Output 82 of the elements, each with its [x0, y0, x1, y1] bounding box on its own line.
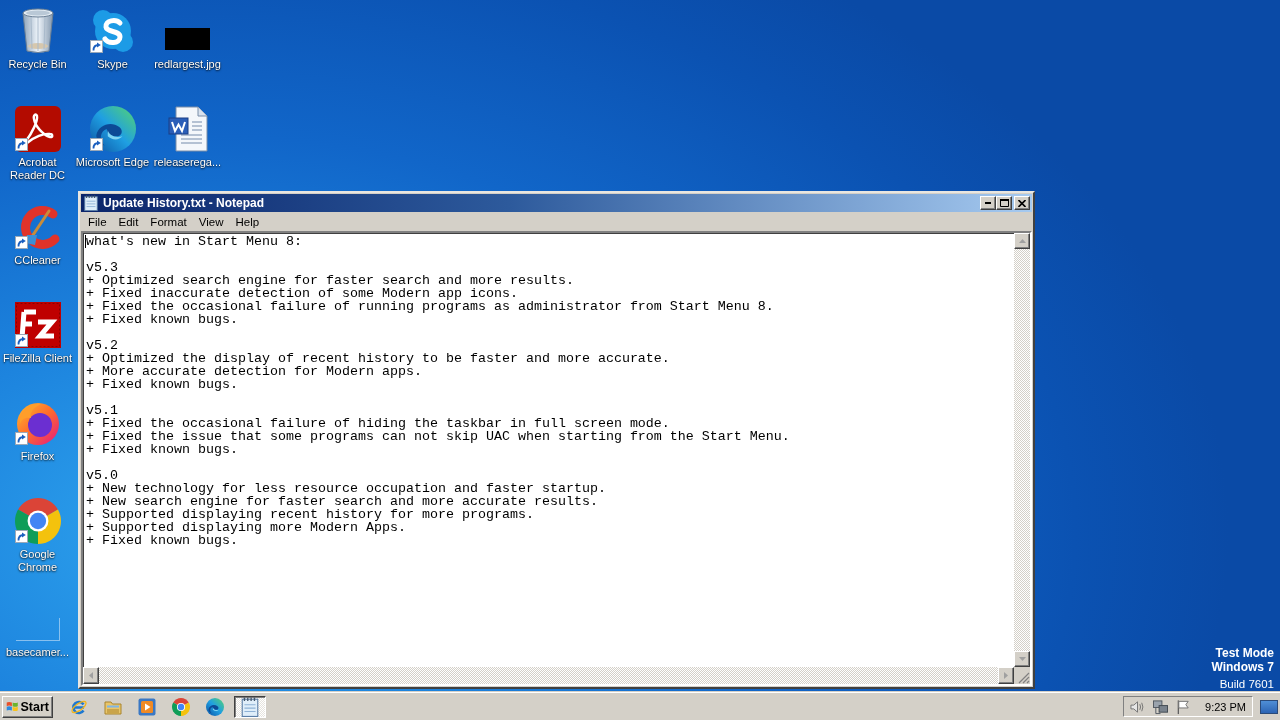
text-line: + Fixed the issue that some programs can not skip UAC when starting from the Start Menu.	[86, 430, 790, 443]
media-player-icon	[138, 697, 156, 716]
text-line: + Fixed the occasional failure of hiding the taskbar in full screen mode.	[86, 417, 670, 430]
app-icon	[14, 400, 61, 446]
start-button[interactable]: Start	[2, 695, 53, 718]
text-line: + Supported displaying recent history for more programs.	[86, 508, 534, 521]
image-thumbnail	[15, 617, 60, 641]
app-icon	[14, 302, 61, 348]
text-line: + New technology for less resource occupation and faster startup.	[86, 482, 606, 495]
vertical-scrollbar[interactable]	[1014, 233, 1030, 667]
app-icon	[14, 106, 61, 152]
image-thumbnail	[165, 28, 210, 50]
clock[interactable]: 9:23 PM	[1205, 700, 1246, 713]
logo-flag-icon	[6, 699, 19, 714]
text-line: + Fixed known bugs.	[86, 443, 238, 456]
menu-item[interactable]: View	[192, 214, 230, 229]
icon-label[interactable]: redlargest.jpg	[154, 58, 221, 71]
text-line: + Fixed known bugs.	[86, 534, 238, 547]
trash-bin-icon	[20, 8, 55, 54]
text-line: v5.0	[86, 469, 118, 482]
icon-label[interactable]: Skype	[97, 58, 128, 71]
icon-label[interactable]: FileZilla Client	[2, 352, 73, 365]
icon-label[interactable]: Recycle Bin	[8, 58, 67, 71]
text-line: + Fixed inaccurate detection of some Modern app icons.	[86, 287, 518, 300]
folder-icon	[104, 698, 122, 715]
notepad-icon	[241, 696, 259, 717]
icon-label[interactable]: basecamer...	[6, 646, 69, 659]
horizontal-scrollbar[interactable]	[83, 667, 1014, 684]
taskbar-window-button[interactable]	[234, 695, 266, 718]
icon-label[interactable]: Acrobat Reader DC	[0, 156, 75, 182]
text-line: + Fixed known bugs.	[86, 378, 238, 391]
maximize-button[interactable]	[996, 196, 1012, 210]
text-line: + More accurate detection for Modern apps.	[86, 365, 422, 378]
text-line: + New search engine for faster search and more accurate results.	[86, 495, 598, 508]
close-icon	[1018, 199, 1026, 207]
menu-item[interactable]: Format	[144, 214, 193, 229]
show-desktop-button[interactable]	[1260, 699, 1278, 714]
maximize-icon	[999, 199, 1009, 207]
text-line: v5.1	[86, 404, 118, 417]
menu-item[interactable]: Edit	[112, 214, 145, 229]
icon-label[interactable]: Firefox	[20, 450, 55, 463]
text-line: v5.3	[86, 261, 118, 274]
app-icon	[90, 9, 135, 53]
down-arrow-icon	[1017, 656, 1027, 662]
browser-icon	[206, 697, 224, 716]
network-icon	[1153, 698, 1169, 715]
up-arrow-icon	[1017, 238, 1027, 244]
system-notice: Build 7601	[1219, 677, 1274, 691]
browser-icon	[172, 697, 190, 716]
speaker-icon	[1130, 698, 1145, 715]
text-line: + Optimized search engine for faster search and more results.	[86, 274, 574, 287]
icon-label[interactable]: Microsoft Edge	[75, 156, 150, 169]
text-cursor	[85, 235, 86, 248]
right-arrow-icon	[1003, 671, 1009, 680]
menu-item[interactable]: Help	[229, 214, 266, 229]
document-icon	[167, 106, 208, 152]
scroll-left-button[interactable]	[83, 667, 99, 684]
window-title: Update History.txt - Notepad	[103, 196, 265, 210]
icon-label[interactable]: CCleaner	[14, 254, 61, 267]
resize-grip-icon	[1018, 672, 1030, 684]
app-icon	[89, 106, 136, 152]
minimize-icon	[985, 202, 991, 204]
text-line: + Optimized the display of recent history to be faster and more accurate.	[86, 352, 670, 365]
text-line: + Fixed known bugs.	[86, 313, 238, 326]
scroll-down-button[interactable]	[1014, 651, 1030, 667]
flag-icon	[1176, 698, 1192, 715]
text-line: + Fixed the occasional failure of running programs as administrator from Start Menu 8.	[86, 300, 774, 313]
system-notice: Test Mode	[1215, 646, 1274, 660]
left-arrow-icon	[88, 671, 94, 680]
system-notice: Windows 7	[1211, 660, 1274, 674]
text-line: what's new in Start Menu 8:	[86, 235, 302, 248]
text-line: + Supported displaying more Modern Apps.	[86, 521, 406, 534]
menu-item[interactable]: File	[82, 214, 113, 229]
scroll-up-button[interactable]	[1014, 233, 1030, 249]
text-line: v5.2	[86, 339, 118, 352]
icon-label[interactable]: Google Chrome	[0, 548, 75, 574]
browser-icon	[14, 498, 61, 544]
minimize-button[interactable]	[980, 196, 996, 210]
icon-label[interactable]: releaserega...	[153, 156, 222, 169]
scroll-right-button[interactable]	[998, 667, 1014, 684]
close-button[interactable]	[1014, 196, 1030, 210]
notepad-icon	[83, 195, 99, 211]
